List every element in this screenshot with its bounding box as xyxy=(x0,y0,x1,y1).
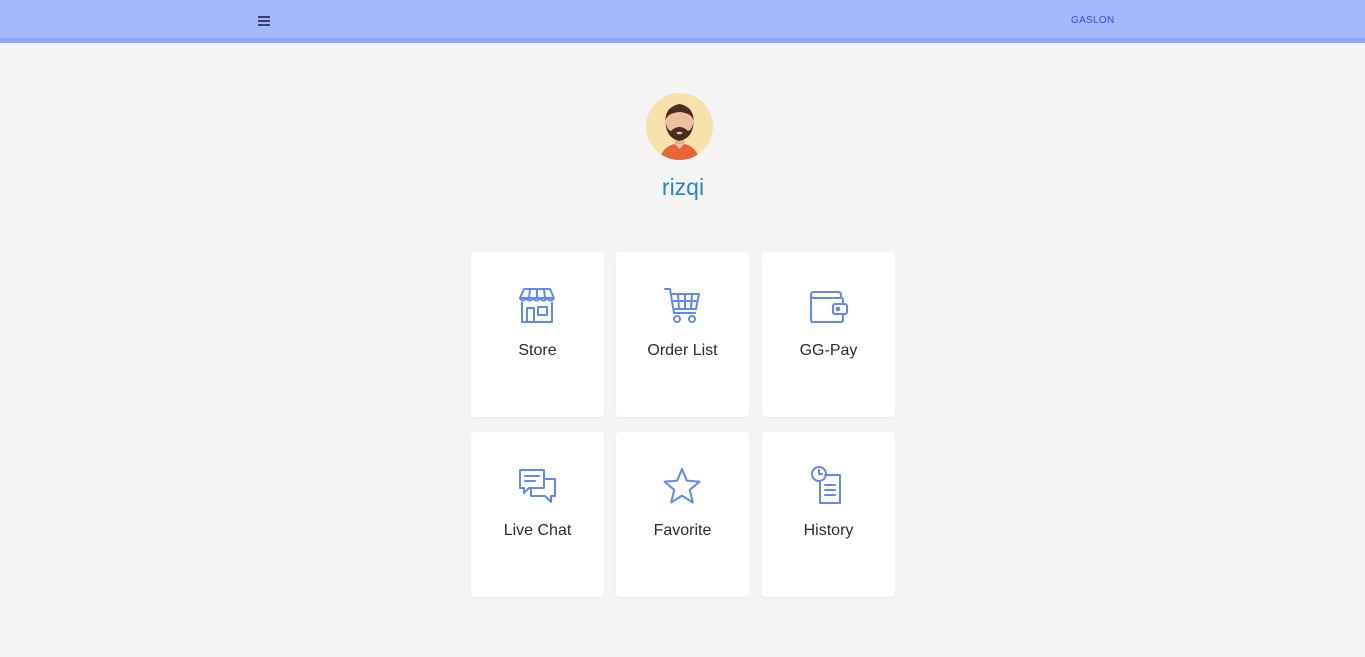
cart-icon xyxy=(664,288,700,323)
menu-card-label: Favorite xyxy=(653,522,712,539)
history-icon xyxy=(811,466,841,504)
avatar xyxy=(646,93,713,160)
menu-card-label: Order List xyxy=(647,342,718,359)
star-icon xyxy=(663,468,701,504)
menu-card-live-chat[interactable]: Live Chat xyxy=(471,432,604,597)
menu-card-label: GG-Pay xyxy=(799,342,858,359)
menu-card-label: History xyxy=(803,522,854,539)
menu-card-history[interactable]: History xyxy=(762,432,895,597)
brand-name[interactable]: GASLON xyxy=(1071,15,1114,26)
menu-card-label: Store xyxy=(518,342,557,359)
chat-icon xyxy=(519,469,556,503)
store-icon xyxy=(519,288,555,323)
hamburger-line xyxy=(258,24,270,26)
wallet-icon xyxy=(810,291,848,323)
menu-card-favorite[interactable]: Favorite xyxy=(616,432,749,597)
menu-card-store[interactable]: Store xyxy=(471,252,604,417)
menu-card-label: Live Chat xyxy=(503,522,572,539)
menu-card-gg-pay[interactable]: GG-Pay xyxy=(762,252,895,417)
menu-card-order-list[interactable]: Order List xyxy=(616,252,749,417)
menu-button[interactable] xyxy=(256,14,272,28)
hamburger-menu-icon xyxy=(258,16,270,18)
username: rizqi xyxy=(661,174,705,200)
top-app-bar: GASLON xyxy=(0,0,1365,43)
hamburger-line xyxy=(258,20,270,22)
